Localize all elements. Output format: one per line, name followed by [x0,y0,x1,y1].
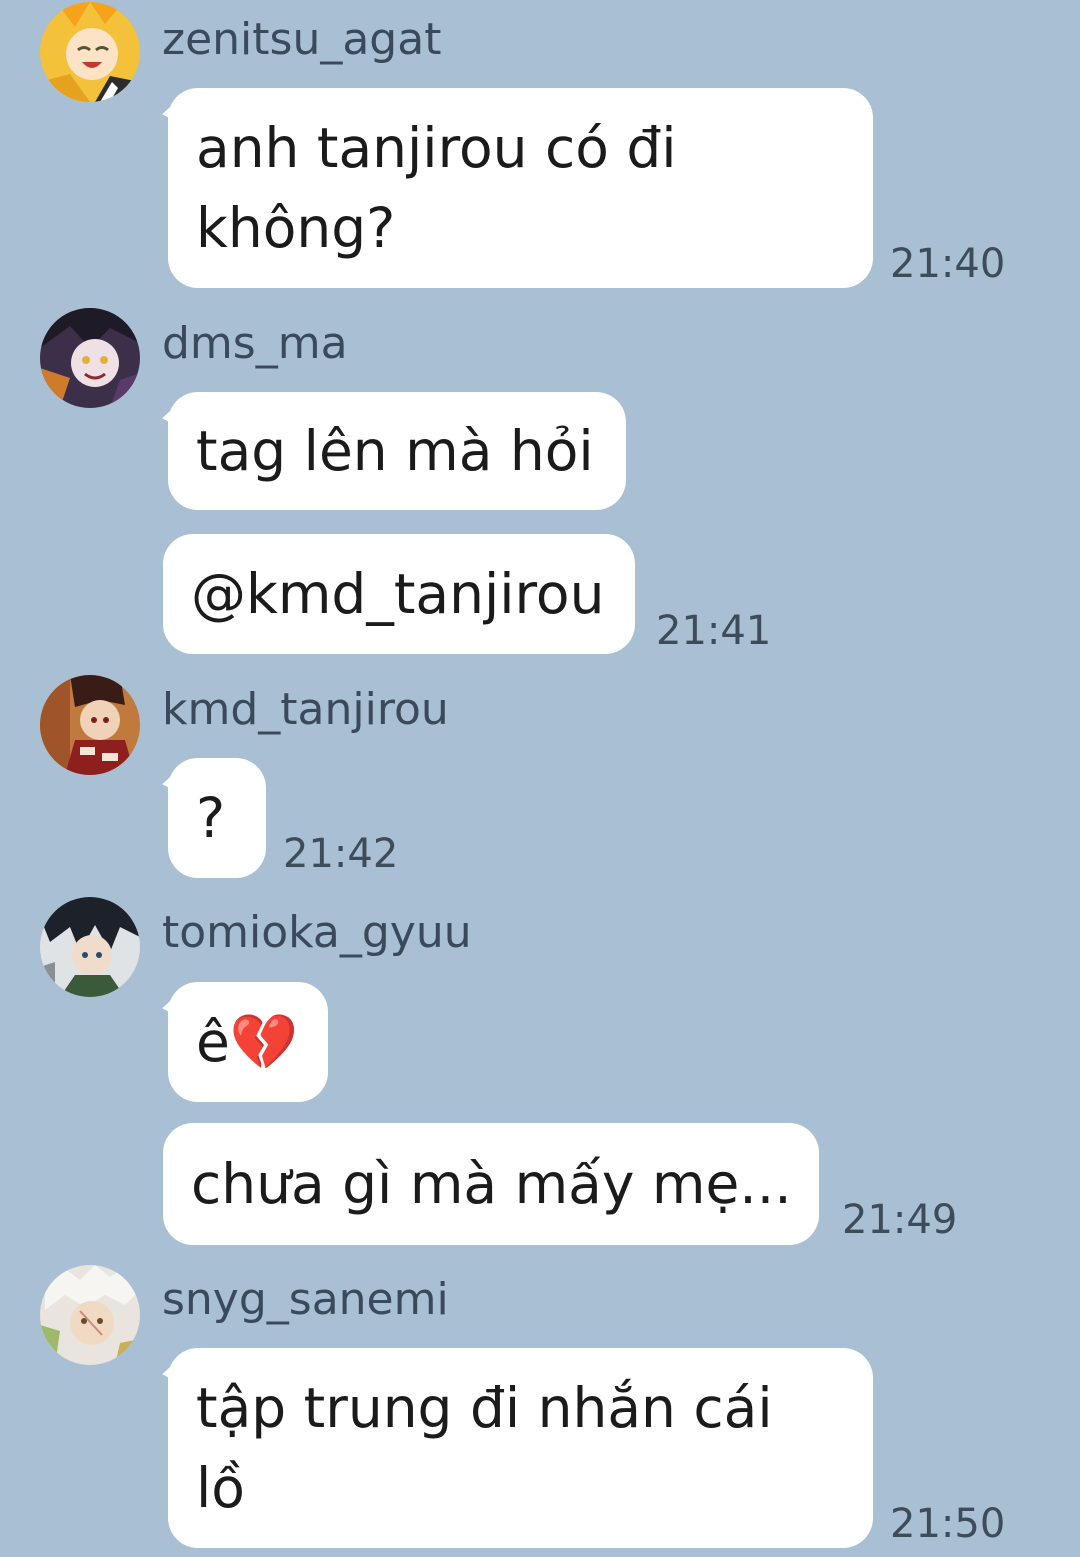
username-giyuu[interactable]: tomioka_gyuu [162,905,472,961]
avatar-giyuu[interactable] [40,897,140,997]
message-bubble[interactable]: @kmd_tanjirou [163,534,635,654]
username-sanemi[interactable]: snyg_sanemi [162,1272,449,1328]
douma-avatar-icon [40,308,140,408]
message-bubble[interactable]: ê💔 [168,982,328,1102]
message-text-line: tập trung đi nhắn cái [196,1376,773,1440]
message-text-line: lồ [196,1456,245,1520]
message-bubble[interactable]: tag lên mà hỏi [168,392,626,510]
tanjirou-avatar-icon [40,675,140,775]
message-text-line: tag lên mà hỏi [196,419,594,483]
message-text-line: @kmd_tanjirou [191,562,605,626]
zenitsu-avatar-icon [40,2,140,102]
message-text-line: ê💔 [196,1010,299,1074]
message-timestamp: 21:40 [890,241,1006,287]
message-bubble[interactable]: tập trung đi nhắn cái lồ [168,1348,873,1548]
message-text-line: chưa gì mà mấy mẹ... [191,1152,792,1216]
avatar-sanemi[interactable] [40,1265,140,1365]
message-timestamp: 21:41 [656,608,772,654]
username-douma[interactable]: dms_ma [162,316,348,372]
message-timestamp: 21:42 [283,831,399,877]
message-timestamp: 21:49 [842,1197,958,1243]
avatar-tanjirou[interactable] [40,675,140,775]
avatar-zenitsu[interactable] [40,2,140,102]
message-text-line: không? [196,196,396,260]
message-bubble[interactable]: anh tanjirou có đi không? [168,88,873,288]
username-zenitsu[interactable]: zenitsu_agat [162,12,441,68]
sanemi-avatar-icon [40,1265,140,1365]
message-timestamp: 21:50 [890,1501,1006,1547]
username-tanjirou[interactable]: kmd_tanjirou [162,682,449,738]
message-text-line: ? [196,786,226,850]
message-bubble[interactable]: ? [168,758,266,878]
message-text-line: anh tanjirou có đi [196,116,677,180]
giyuu-avatar-icon [40,897,140,997]
avatar-douma[interactable] [40,308,140,408]
message-bubble[interactable]: chưa gì mà mấy mẹ... [163,1123,819,1245]
